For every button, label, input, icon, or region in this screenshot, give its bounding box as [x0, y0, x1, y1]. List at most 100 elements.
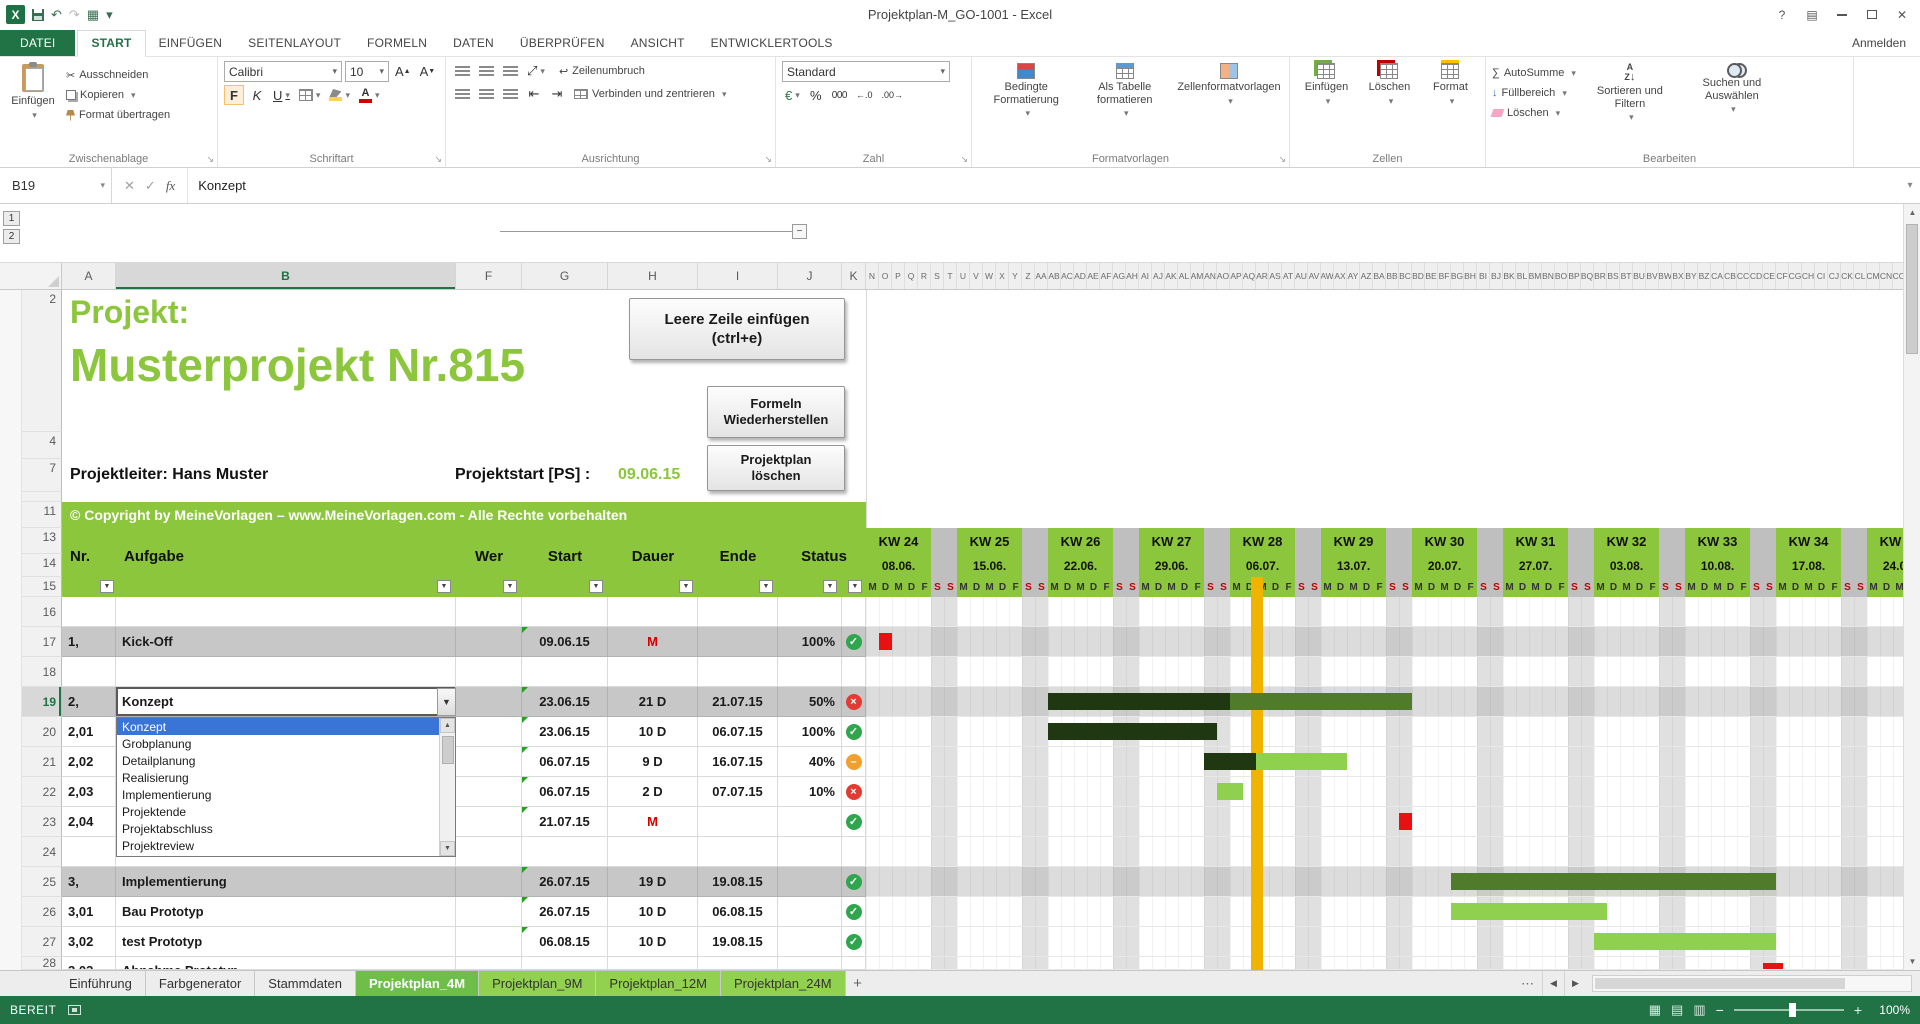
sheet-tab-einführung[interactable]: Einführung [56, 971, 146, 996]
insert-empty-row-button[interactable]: Leere Zeile einfügen (ctrl+e) [629, 298, 845, 360]
font-dialog-launcher[interactable]: ↘ [434, 154, 442, 165]
cell-nr[interactable] [62, 837, 116, 867]
row-header[interactable]: 23 [22, 807, 62, 837]
row-header[interactable]: 15 [22, 577, 62, 597]
row-header[interactable]: 20 [22, 717, 62, 747]
cell-dauer[interactable] [608, 957, 698, 970]
column-header-H[interactable]: H [608, 263, 698, 289]
cell-status-icon[interactable]: ✓ [842, 867, 866, 897]
column-header[interactable]: Y [1009, 263, 1022, 289]
row-header[interactable]: 26 [22, 897, 62, 927]
cell-styles-button[interactable]: Zellenformatvorlagen [1175, 61, 1283, 108]
filter-dropdown-button[interactable]: ▼ [100, 580, 114, 593]
paste-button[interactable]: Einfügen [6, 61, 60, 149]
cell-status-pct[interactable]: 40% [778, 747, 842, 777]
filter-dropdown-button[interactable]: ▼ [823, 580, 837, 593]
styles-dialog-launcher[interactable]: ↘ [1278, 154, 1286, 165]
format-cells-button[interactable]: Format [1422, 61, 1479, 149]
column-header[interactable]: V [970, 263, 983, 289]
page-break-view-icon[interactable]: ▥ [1693, 1002, 1705, 1018]
gantt-bar[interactable] [1217, 783, 1243, 800]
row-area[interactable] [62, 492, 1903, 502]
column-header[interactable]: AZ [1360, 263, 1373, 289]
column-header[interactable]: AI [1139, 263, 1152, 289]
align-center-icon[interactable] [476, 84, 497, 104]
gantt-row[interactable] [866, 747, 1903, 777]
confirm-entry-icon[interactable]: ✓ [145, 178, 156, 194]
comma-style-button[interactable]: 000 [829, 85, 850, 105]
column-header[interactable]: BR [1594, 263, 1607, 289]
dropdown-item[interactable]: Projektende [117, 803, 439, 820]
cell-ende[interactable] [698, 627, 778, 657]
cell-nr[interactable]: 2, [62, 687, 116, 717]
cell-start[interactable]: 09.06.15 [522, 627, 608, 657]
cell-ende[interactable]: 07.07.15 [698, 777, 778, 807]
align-right-icon[interactable] [500, 84, 521, 104]
cell-wer[interactable] [456, 687, 522, 717]
cell-status-icon[interactable]: ✓ [842, 897, 866, 927]
gantt-bar[interactable] [1048, 693, 1230, 710]
column-header[interactable]: CM [1867, 263, 1880, 289]
cell-dauer[interactable]: 21 D [608, 687, 698, 717]
gantt-bar[interactable] [1451, 873, 1776, 890]
column-header[interactable]: AK [1165, 263, 1178, 289]
gantt-bar[interactable] [1204, 753, 1256, 770]
cell-nr[interactable]: 2,02 [62, 747, 116, 777]
number-dialog-launcher[interactable]: ↘ [960, 154, 968, 165]
cell-dauer[interactable]: 2 D [608, 777, 698, 807]
column-header[interactable]: CI [1815, 263, 1828, 289]
collapse-group-button[interactable]: − [792, 224, 807, 239]
page-layout-view-icon[interactable]: ▤ [1671, 1002, 1683, 1018]
dropdown-item[interactable]: Implementierung [117, 786, 439, 803]
percent-style-button[interactable]: % [806, 85, 826, 105]
insert-cells-button[interactable]: Einfügen [1296, 61, 1357, 149]
cell-dauer[interactable]: M [608, 807, 698, 837]
column-header[interactable]: BV [1646, 263, 1659, 289]
cell-nr[interactable]: 2,03 [62, 777, 116, 807]
column-header[interactable]: AJ [1152, 263, 1165, 289]
cell-nr[interactable]: 3,02 [62, 927, 116, 957]
gantt-bar[interactable] [1048, 723, 1217, 740]
column-header-A[interactable]: A [62, 263, 116, 289]
column-header[interactable]: AF [1100, 263, 1113, 289]
fill-button[interactable]: ↓Füllbereich [1492, 83, 1576, 103]
cell-nr[interactable]: 2,01 [62, 717, 116, 747]
cell-dauer[interactable]: 10 D [608, 897, 698, 927]
cell-status-pct[interactable] [778, 837, 842, 867]
gantt-bar[interactable] [1230, 693, 1412, 710]
cell-dauer[interactable] [608, 657, 698, 687]
gantt-row[interactable] [866, 807, 1903, 837]
cell-status-pct[interactable] [778, 657, 842, 687]
cell-aufgabe[interactable] [116, 597, 456, 627]
maximize-button[interactable] [1858, 4, 1886, 26]
copy-button[interactable]: Kopieren [66, 85, 170, 105]
cell-aufgabe[interactable]: Konzept [116, 687, 456, 717]
filter-dropdown-button[interactable]: ▼ [589, 580, 603, 593]
tab-overflow-icon[interactable]: ⋯ [1513, 971, 1542, 996]
row-area[interactable] [62, 459, 1903, 492]
column-header[interactable]: BZ [1698, 263, 1711, 289]
cell-status-pct[interactable] [778, 927, 842, 957]
cell-status-pct[interactable] [778, 897, 842, 927]
cell-status-pct[interactable] [778, 807, 842, 837]
gantt-row[interactable] [866, 837, 1903, 867]
tab-start[interactable]: START [77, 30, 145, 57]
column-header[interactable]: BW [1659, 263, 1672, 289]
tab-entwicklertools[interactable]: ENTWICKLERTOOLS [698, 31, 846, 56]
column-header[interactable]: BF [1438, 263, 1451, 289]
cell-status-icon[interactable]: ✓ [842, 717, 866, 747]
clear-plan-button[interactable]: Projektplanlöschen [707, 445, 845, 491]
tab-seitenlayout[interactable]: SEITENLAYOUT [235, 31, 354, 56]
column-header[interactable]: O [879, 263, 892, 289]
column-header[interactable]: P [892, 263, 905, 289]
gantt-bar[interactable] [1256, 753, 1347, 770]
normal-view-icon[interactable]: ▦ [1649, 1002, 1661, 1018]
clipboard-dialog-launcher[interactable]: ↘ [206, 154, 214, 165]
gantt-row[interactable] [866, 897, 1903, 927]
cell-start[interactable] [522, 957, 608, 970]
merge-center-button[interactable]: Verbinden und zentrieren [574, 84, 726, 104]
number-format-combo[interactable]: Standard▾ [782, 61, 950, 82]
cell-start[interactable]: 06.07.15 [522, 747, 608, 777]
row-header[interactable]: 22 [22, 777, 62, 807]
cell-status-icon[interactable] [842, 657, 866, 687]
